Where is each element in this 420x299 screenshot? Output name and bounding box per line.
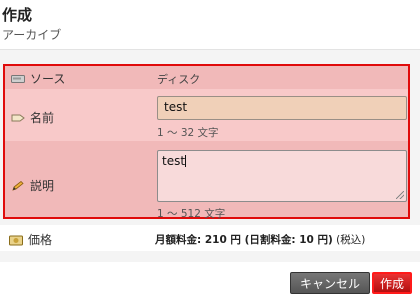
description-text: test: [162, 154, 186, 168]
create-button[interactable]: 作成: [372, 272, 412, 294]
source-label: ソース: [11, 70, 65, 87]
name-label: 名前: [11, 109, 54, 126]
cancel-button[interactable]: キャンセル: [290, 272, 370, 294]
description-textarea[interactable]: test: [157, 150, 407, 202]
resize-grip-icon[interactable]: [396, 191, 404, 199]
price-label: 価格: [9, 231, 52, 248]
description-label-text: 説明: [30, 179, 55, 193]
tag-icon: [11, 114, 25, 121]
price-row: 価格 月額料金: 210 円 (日割料金: 10 円) (税込): [0, 225, 420, 251]
name-input[interactable]: test: [157, 96, 407, 120]
name-hint: 1 〜 32 文字: [157, 127, 219, 139]
disk-icon: [11, 74, 25, 83]
text-cursor: [185, 155, 187, 167]
source-row: [5, 66, 408, 89]
price-icon: [9, 235, 23, 245]
price-value: 月額料金: 210 円 (日割料金: 10 円) (税込): [155, 232, 365, 247]
form-area: ソース ディスク 名前 test 1 〜 32 文字 説明 test 1 〜 5…: [0, 50, 420, 262]
description-hint: 1 〜 512 文字: [157, 208, 226, 220]
page-subtitle: アーカイブ: [2, 28, 62, 42]
description-label: 説明: [11, 177, 54, 194]
source-label-text: ソース: [30, 72, 66, 86]
tax-note: (税込): [332, 234, 366, 246]
page-title: 作成: [2, 6, 33, 24]
name-label-text: 名前: [30, 111, 55, 125]
price-label-text: 価格: [28, 233, 53, 247]
dialog-header: 作成 アーカイブ: [0, 0, 420, 50]
source-value: ディスク: [157, 73, 201, 86]
pencil-icon: [12, 180, 24, 191]
monthly-price: 月額料金: 210 円 (日割料金: 10 円): [155, 234, 333, 246]
highlighted-form-section: ソース ディスク 名前 test 1 〜 32 文字 説明 test 1 〜 5…: [3, 64, 410, 220]
